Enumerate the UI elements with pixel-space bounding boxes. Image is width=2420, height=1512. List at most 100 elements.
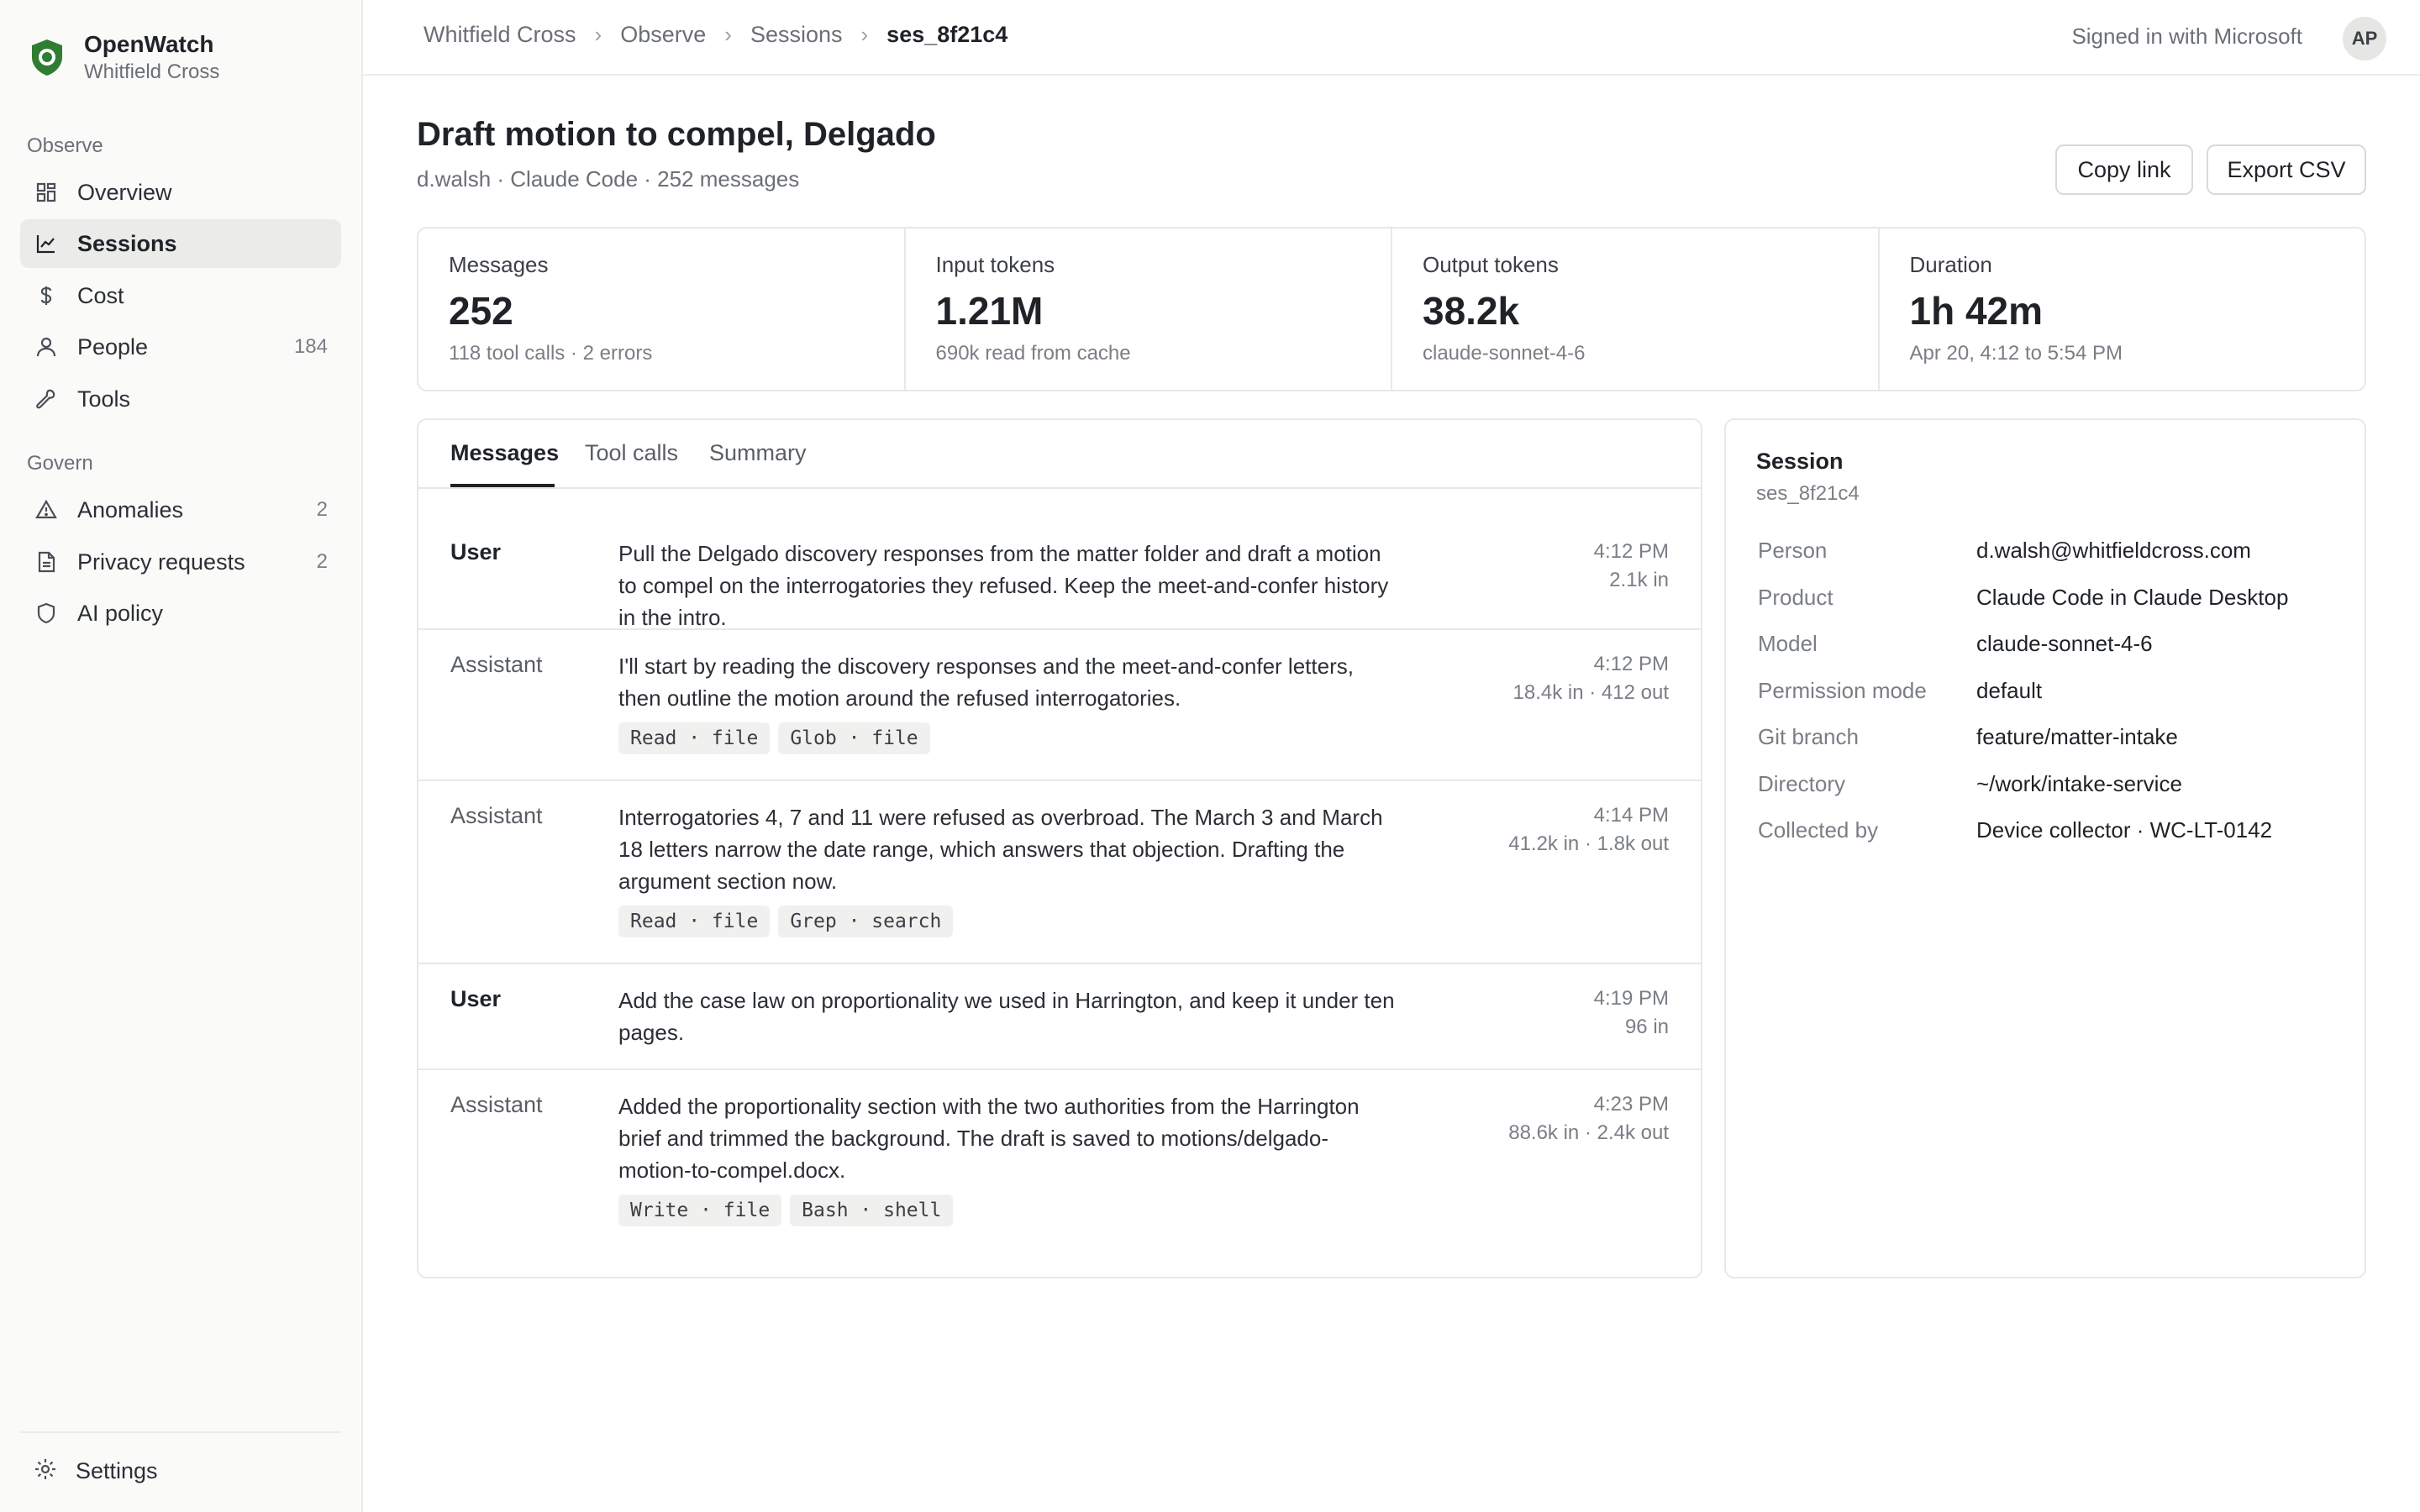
sidebar-item-people[interactable]: People 184 [20,323,341,371]
section-label-observe: Observe [27,134,103,157]
field-value: ~/work/intake-service [1976,771,2182,796]
field-key: Directory [1758,771,1846,796]
section-label-govern: Govern [27,452,93,475]
stat-duration: Duration 1h 42m Apr 20, 4:12 to 5:54 PM [1880,228,2365,390]
sidebar: OpenWatch Whitfield Cross Observe Overvi… [0,0,363,1512]
message-row[interactable]: Assistant I'll start by reading the disc… [418,630,1701,781]
message-role: Assistant [450,1092,543,1117]
breadcrumb-current: ses_8f21c4 [886,22,1008,47]
shield-icon [34,601,59,626]
message-text: Added the proportionality section with t… [618,1094,1360,1183]
anomalies-count: 2 [316,498,328,521]
person-icon [34,334,59,360]
message-tokens: 2.1k in [1609,569,1669,591]
session-title: Session [1756,449,1844,474]
chevron-right-icon: › [724,22,732,47]
sidebar-item-label: Overview [77,179,172,205]
message-row[interactable]: User Pull the Delgado discovery response… [418,491,1701,630]
field-key: Product [1758,585,1833,610]
avatar[interactable]: AP [2343,17,2386,60]
tab-summary[interactable]: Summary [709,440,807,466]
page-subtitle: d.walsh · Claude Code · 252 messages [417,166,800,192]
stats-card: Messages 252 118 tool calls · 2 errors I… [417,227,2366,391]
breadcrumb-sessions[interactable]: Sessions [750,22,843,48]
gear-icon [34,1457,57,1485]
warning-icon [34,497,59,522]
breadcrumb-org[interactable]: Whitfield Cross [424,22,576,48]
chevron-right-icon: › [594,22,602,47]
stat-value: 38.2k [1423,289,1520,333]
sidebar-item-cost[interactable]: Cost [20,271,341,320]
tab-tool-calls[interactable]: Tool calls [585,440,678,466]
stat-label: Duration [1909,252,1992,277]
tool-chips: Read · file Glob · file [618,722,930,754]
brand[interactable]: OpenWatch Whitfield Cross [27,30,219,86]
session-details-panel: Session ses_8f21c4 Person d.walsh@whitfi… [1724,418,2366,1278]
field-key: Permission mode [1758,678,1927,703]
message-time: 4:14 PM [1593,804,1669,827]
openwatch-logo-icon [32,39,62,76]
stat-value: 252 [449,289,513,333]
field-value: Device collector · WC-LT-0142 [1976,817,2273,843]
topbar: Whitfield Cross › Observe › Sessions › s… [363,0,2420,76]
field-key: Collected by [1758,817,1879,843]
message-meta: 4:19 PM 96 in [1594,984,1669,1042]
page-title: Draft motion to compel, Delgado [417,116,936,153]
tool-chip[interactable]: Write · file [618,1194,782,1226]
field-value: claude-sonnet-4-6 [1976,631,2153,656]
message-time: 4:23 PM [1593,1093,1669,1116]
field-key: Model [1758,631,1818,656]
sidebar-item-privacy-requests[interactable]: Privacy requests 2 [20,538,341,586]
message-row[interactable]: User Add the case law on proportionality… [418,964,1701,1070]
tool-chip[interactable]: Grep · search [778,906,954,937]
org-name: Whitfield Cross [84,60,220,83]
message-time: 4:12 PM [1593,540,1669,563]
copy-link-button[interactable]: Copy link [2055,144,2193,195]
dollar-icon [34,283,59,308]
message-meta: 4:23 PM 88.6k in · 2.4k out [1508,1090,1669,1147]
stat-sub: 118 tool calls · 2 errors [449,342,653,365]
sidebar-item-label: Privacy requests [77,549,245,575]
grid-icon [34,180,59,205]
tool-chip[interactable]: Read · file [618,722,771,754]
tool-chip[interactable]: Read · file [618,906,771,937]
message-tokens: 18.4k in · 412 out [1512,681,1669,704]
session-id: ses_8f21c4 [1756,482,1860,505]
message-meta: 4:14 PM 41.2k in · 1.8k out [1508,801,1669,858]
tool-chip[interactable]: Bash · shell [790,1194,954,1226]
breadcrumb-observe[interactable]: Observe [620,22,706,48]
tool-chip[interactable]: Glob · file [778,722,930,754]
message-row[interactable]: Assistant Added the proportionality sect… [418,1070,1701,1253]
sidebar-item-label: Sessions [77,230,177,256]
message-text: Add the case law on proportionality we u… [618,988,1395,1045]
sidebar-item-sessions[interactable]: Sessions [20,219,341,268]
stat-sub: claude-sonnet-4-6 [1423,342,1586,365]
message-row[interactable]: Assistant Interrogatories 4, 7 and 11 we… [418,781,1701,964]
document-icon [34,549,59,575]
export-csv-button[interactable]: Export CSV [2207,144,2366,195]
sidebar-item-label: People [77,333,149,360]
sidebar-item-tools[interactable]: Tools [20,375,341,423]
wrench-icon [34,386,59,412]
message-tokens: 96 in [1624,1016,1669,1038]
stat-value: 1h 42m [1909,289,2044,333]
sidebar-item-ai-policy[interactable]: AI policy [20,589,341,638]
message-meta: 4:12 PM 18.4k in · 412 out [1513,650,1669,707]
message-role: Assistant [450,803,543,828]
app-name: OpenWatch [84,31,214,57]
chart-line-icon [34,231,59,256]
tab-messages[interactable]: Messages [450,440,559,466]
chevron-right-icon: › [860,22,869,47]
breadcrumb: Whitfield Cross › Observe › Sessions › s… [424,22,1007,48]
active-tab-indicator [450,484,555,487]
message-tokens: 88.6k in · 2.4k out [1508,1121,1669,1144]
message-tokens: 41.2k in · 1.8k out [1508,832,1669,855]
sidebar-item-overview[interactable]: Overview [20,168,341,217]
message-role: User [450,986,502,1011]
sidebar-item-label: Cost [77,282,124,308]
sidebar-item-anomalies[interactable]: Anomalies 2 [20,486,341,534]
sidebar-item-settings[interactable]: Settings [20,1446,341,1495]
privacy-requests-count: 2 [316,550,328,573]
message-meta: 4:12 PM 2.1k in [1594,538,1669,595]
message-text: Interrogatories 4, 7 and 11 were refused… [618,805,1383,894]
